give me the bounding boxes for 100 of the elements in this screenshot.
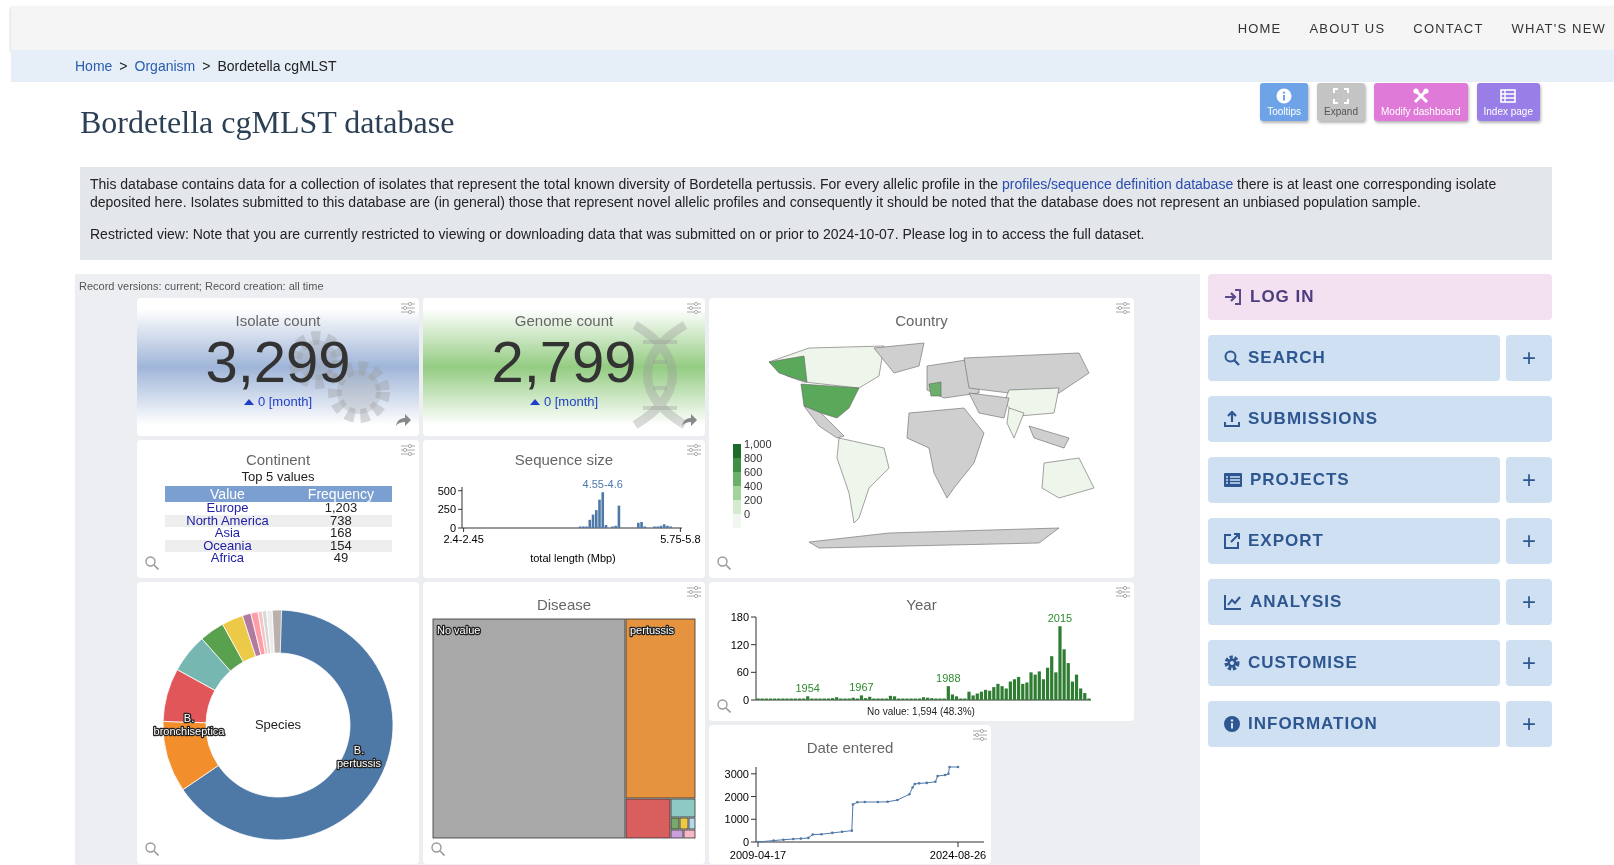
- sign-in-icon: [1224, 289, 1242, 305]
- column-header: Value: [164, 486, 291, 502]
- legend-label: 600: [744, 467, 763, 478]
- bar-label: 2015: [1047, 612, 1073, 625]
- tick-label: 180: [730, 611, 749, 623]
- table-cell: 1,203: [290, 502, 392, 515]
- menu-item[interactable]: ANALYSIS: [1208, 579, 1500, 625]
- data-point: [886, 800, 889, 804]
- upload-icon: [1224, 411, 1240, 427]
- line-chart-icon: [1224, 594, 1242, 610]
- data-point: [936, 774, 939, 778]
- bar-label: 4.55-4.6: [582, 478, 623, 491]
- nav-link[interactable]: CONTACT: [1413, 20, 1484, 36]
- card-title: Country: [895, 312, 948, 330]
- card-title: Isolate count: [235, 312, 321, 330]
- card-title: Continent: [245, 451, 311, 469]
- sliders-icon[interactable]: [1116, 586, 1130, 598]
- tick-label: 2009-04-17: [729, 849, 787, 861]
- nav-link[interactable]: HOME: [1237, 20, 1282, 36]
- breadcrumb-link[interactable]: Organism: [134, 58, 196, 74]
- data-point: [908, 792, 911, 796]
- search-icon[interactable]: [717, 699, 731, 713]
- bar-label: 1967: [849, 681, 874, 694]
- menu-item[interactable]: SUBMISSIONS: [1208, 396, 1552, 442]
- search-icon[interactable]: [145, 842, 159, 856]
- menu-item[interactable]: SEARCH: [1208, 335, 1500, 381]
- sliders-icon[interactable]: [401, 444, 415, 456]
- card-title: Date entered: [806, 739, 894, 757]
- caret-up-icon: [529, 398, 540, 405]
- filter-note: Record versions: current; Record creation: all time: [78, 279, 325, 293]
- table-caption: Top 5 values: [241, 469, 315, 484]
- nav-link[interactable]: WHAT'S NEW: [1511, 20, 1606, 36]
- table-cell[interactable]: Asia: [164, 527, 291, 540]
- table-cell: 738: [290, 514, 392, 527]
- card-title: Sequence size: [514, 451, 614, 469]
- expand-button[interactable]: +: [1506, 335, 1552, 381]
- expand-button[interactable]: +: [1506, 518, 1552, 564]
- tick-label: 5.75-5.8: [660, 533, 701, 545]
- data-point: [948, 765, 951, 769]
- sliders-icon[interactable]: [687, 444, 701, 456]
- data-point: [956, 765, 960, 769]
- table-cell[interactable]: North America: [164, 514, 291, 527]
- info-icon: [1276, 87, 1293, 104]
- info-icon: [1224, 716, 1240, 732]
- database-link[interactable]: profiles/sequence definition database: [1002, 176, 1234, 192]
- expand-icon: [1333, 87, 1350, 104]
- page-title: Bordetella cgMLST database: [80, 104, 455, 140]
- curved-arrow-icon[interactable]: [395, 414, 411, 426]
- tick-label: 2000: [724, 790, 749, 803]
- search-icon[interactable]: [717, 556, 731, 570]
- breadcrumb-current: Bordetella cgMLST: [217, 58, 337, 74]
- list-icon: [1224, 473, 1242, 487]
- bar-label: 1988: [936, 672, 961, 685]
- sliders-icon[interactable]: [1116, 302, 1130, 314]
- tick-label: 0: [742, 836, 749, 848]
- search-icon[interactable]: [431, 842, 445, 856]
- y-axis: [457, 486, 463, 529]
- expand-button[interactable]: +: [1506, 579, 1552, 625]
- legend-label: 400: [744, 481, 763, 492]
- card-title: Genome count: [514, 312, 614, 330]
- menu-item[interactable]: EXPORT: [1208, 518, 1500, 564]
- data-point: [925, 781, 928, 785]
- nav-link[interactable]: ABOUT US: [1309, 20, 1386, 36]
- sliders-icon[interactable]: [973, 729, 987, 741]
- table-cell[interactable]: Europe: [164, 502, 291, 515]
- sliders-icon[interactable]: [401, 302, 415, 314]
- menu-item[interactable]: INFORMATION: [1208, 701, 1500, 747]
- restricted-notice: Restricted view: Note that you are currently restricted to viewing or downloading data that was submitted on or prior to 2024-10-07. Please log in to access the full dataset.: [90, 225, 1146, 243]
- legend-label: 800: [744, 453, 763, 464]
- expand-button[interactable]: +: [1506, 640, 1552, 686]
- curved-arrow-icon[interactable]: [681, 414, 697, 426]
- data-point: [831, 831, 834, 835]
- change-text: 0 [month]: [257, 394, 313, 409]
- search-icon: [1224, 350, 1240, 366]
- table-cell[interactable]: Oceania: [164, 539, 291, 552]
- axis-label: total length (Mbp): [530, 552, 616, 564]
- menu-item[interactable]: PROJECTS: [1208, 457, 1500, 503]
- data-point: [863, 800, 867, 804]
- data-point: [820, 832, 823, 836]
- tick-label: 0: [449, 522, 456, 534]
- tick-label: 1000: [724, 813, 749, 826]
- treemap-label: pertussis: [630, 624, 675, 636]
- toolbar-button[interactable]: Index page: [1476, 83, 1540, 121]
- menu-item[interactable]: CUSTOMISE: [1208, 640, 1500, 686]
- legend-label: 1,000: [744, 439, 772, 450]
- description-text: This database contains data for a collection of isolates that represent the total known diversity of Bordetella pertussis. For every allelic profile in the profiles/sequence definition database there is at least one corresponding isolate deposited here. Isolates submitted to this database are (in general) those that represent novel allelic profiles and consequently it should be noted that the database does not represent an unbiased population sample.: [90, 175, 1498, 211]
- data-point: [799, 837, 803, 840]
- sliders-icon[interactable]: [687, 302, 701, 314]
- chart-note: No value: 1,594 (48.3%): [867, 706, 975, 717]
- count-value: 2,799: [491, 330, 637, 394]
- breadcrumb-link[interactable]: Home: [75, 58, 113, 74]
- tick-label: 2024-08-26: [929, 849, 987, 861]
- search-icon[interactable]: [145, 556, 159, 570]
- data-point: [850, 829, 854, 832]
- data-point: [840, 830, 844, 834]
- tick-label: 120: [730, 638, 749, 651]
- sliders-icon[interactable]: [687, 586, 701, 598]
- expand-button[interactable]: +: [1506, 701, 1552, 747]
- table-cell[interactable]: Africa: [164, 552, 291, 565]
- expand-button[interactable]: +: [1506, 457, 1552, 503]
